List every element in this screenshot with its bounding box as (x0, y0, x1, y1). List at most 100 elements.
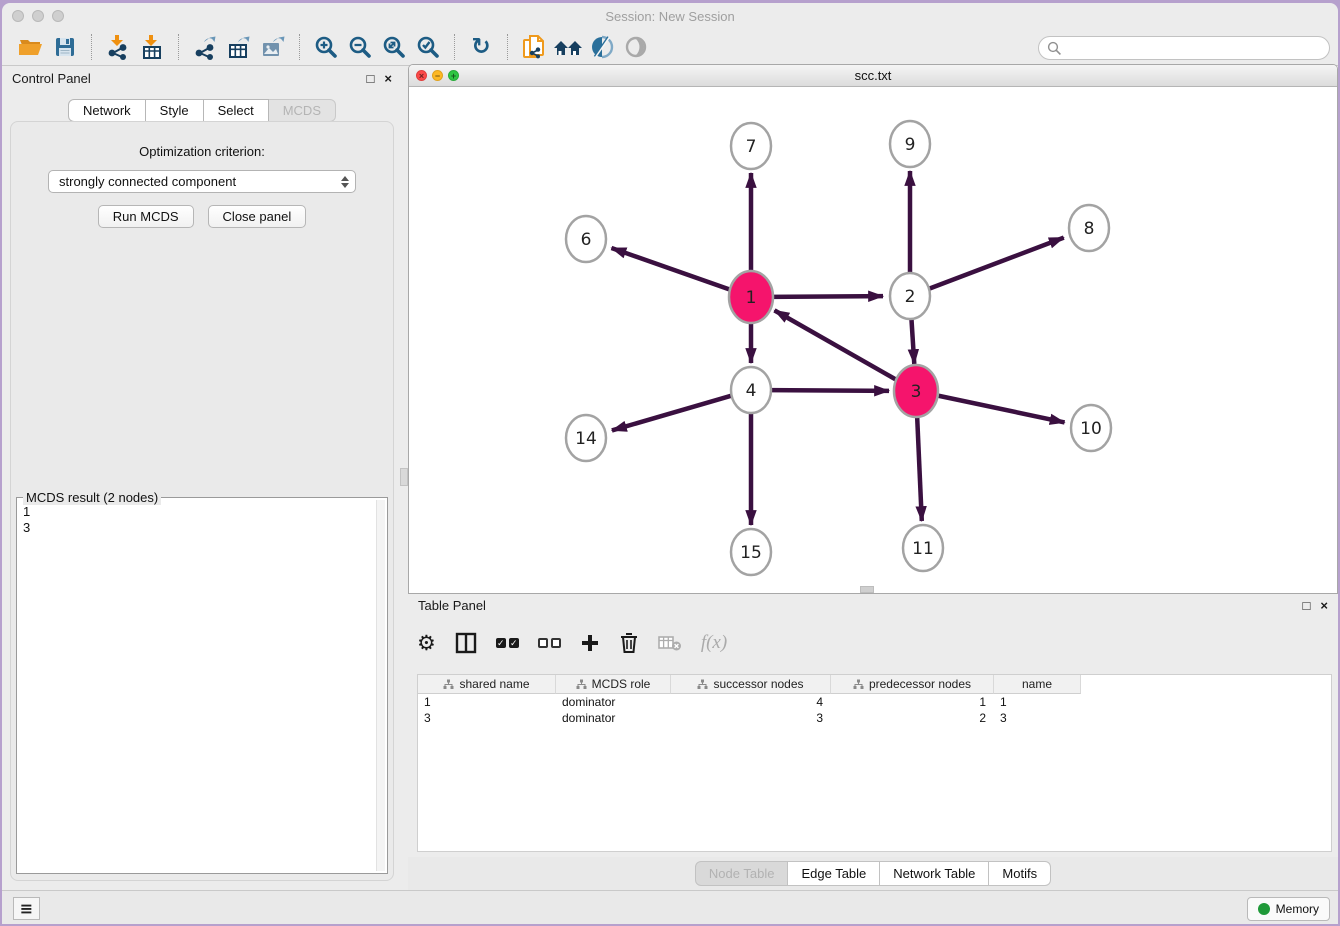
table-cell: 3 (418, 710, 556, 726)
horizontal-splitter-handle[interactable] (860, 586, 874, 593)
delete-column-icon[interactable] (619, 632, 639, 654)
memory-label: Memory (1276, 902, 1319, 916)
vertical-splitter-handle[interactable] (400, 468, 408, 486)
node-11[interactable]: 11 (903, 525, 943, 571)
column-type-icon (697, 679, 708, 690)
show-graphics-details-icon[interactable] (585, 32, 619, 62)
zoom-fit-icon[interactable] (377, 32, 411, 62)
column-header-MCDS-role[interactable]: MCDS role (556, 675, 671, 694)
control-panel-title: Control Panel (12, 71, 357, 86)
export-network-icon[interactable] (188, 32, 222, 62)
edge-1-6[interactable] (611, 248, 732, 290)
edge-2-8[interactable] (929, 238, 1064, 289)
edge-3-11[interactable] (917, 411, 922, 521)
close-panel-icon[interactable]: × (384, 71, 392, 86)
edge-2-3[interactable] (911, 316, 914, 364)
table-row[interactable]: 1dominator411 (418, 694, 1331, 710)
tab-network[interactable]: Network (68, 99, 146, 122)
mcds-result-text[interactable]: 1 3 (23, 504, 373, 869)
select-all-columns-icon[interactable]: ✓✓ (496, 638, 519, 648)
node-6[interactable]: 6 (566, 216, 606, 262)
column-header-predecessor-nodes[interactable]: predecessor nodes (831, 675, 994, 694)
column-header-shared-name[interactable]: shared name (418, 675, 556, 694)
column-header-name[interactable]: name (994, 675, 1081, 694)
tab-node-table[interactable]: Node Table (695, 861, 789, 886)
search-box[interactable] (1038, 36, 1330, 60)
node-3[interactable]: 3 (894, 365, 938, 417)
tab-select[interactable]: Select (204, 99, 269, 122)
network-canvas[interactable]: 1 2 3 4 6 7 8 9 10 11 14 15 (409, 87, 1337, 593)
zoom-selected-icon[interactable] (411, 32, 445, 62)
main-toolbar: ↻ (2, 29, 1338, 66)
table-cell: 1 (831, 694, 994, 710)
node-label: 11 (912, 539, 934, 559)
node-label: 3 (911, 382, 922, 402)
unselect-all-columns-icon[interactable] (538, 638, 561, 648)
tab-network-table[interactable]: Network Table (880, 861, 989, 886)
edge-1-2[interactable] (771, 296, 883, 297)
status-bar: ≡ Memory (2, 890, 1338, 924)
table-cell: 3 (671, 710, 831, 726)
cybrowser-icon[interactable] (551, 32, 585, 62)
edge-4-14[interactable] (612, 396, 732, 431)
table-settings-icon[interactable]: ⚙ (417, 631, 436, 655)
network-window-title: scc.txt (409, 68, 1337, 83)
criterion-dropdown[interactable]: strongly connected component (48, 170, 356, 193)
memory-button[interactable]: Memory (1247, 897, 1330, 921)
node-label: 6 (581, 230, 592, 250)
table-cell: 3 (994, 710, 1081, 726)
dropdown-spinner-icon (338, 176, 351, 188)
node-4[interactable]: 4 (731, 367, 771, 413)
table-row[interactable]: 3dominator323 (418, 710, 1331, 726)
column-type-icon (853, 679, 864, 690)
export-table-icon[interactable] (222, 32, 256, 62)
clone-network-icon[interactable] (517, 32, 551, 62)
node-9[interactable]: 9 (890, 121, 930, 167)
tab-mcds[interactable]: MCDS (269, 99, 336, 122)
node-7[interactable]: 7 (731, 123, 771, 169)
tab-edge-table[interactable]: Edge Table (788, 861, 880, 886)
node-15[interactable]: 15 (731, 529, 771, 575)
control-panel: Control Panel □ × NetworkStyleSelectMCDS… (2, 66, 402, 890)
open-session-icon[interactable] (14, 32, 48, 62)
toggle-panes-icon[interactable] (455, 632, 477, 654)
import-table-icon[interactable] (135, 32, 169, 62)
node-1[interactable]: 1 (729, 271, 773, 323)
bird-instance-icon[interactable] (619, 32, 653, 62)
function-builder-icon[interactable]: f(x) (701, 632, 727, 654)
run-mcds-button[interactable]: Run MCDS (98, 205, 194, 228)
close-panel-button[interactable]: Close panel (208, 205, 307, 228)
float-panel-icon[interactable]: □ (367, 71, 375, 86)
edge-4-3[interactable] (771, 390, 889, 391)
node-8[interactable]: 8 (1069, 205, 1109, 251)
task-history-icon[interactable]: ≡ (13, 897, 40, 920)
zoom-out-icon[interactable] (343, 32, 377, 62)
titlebar: Session: New Session (2, 3, 1338, 29)
tab-motifs[interactable]: Motifs (989, 861, 1051, 886)
table-panel-tabs: Node TableEdge TableNetwork TableMotifs (408, 857, 1338, 890)
node-label: 1 (746, 288, 757, 308)
table-panel: Table Panel □ × ⚙ ✓✓ f(x) (408, 593, 1338, 890)
add-column-icon[interactable] (580, 633, 600, 653)
delete-table-icon[interactable] (658, 634, 682, 652)
node-14[interactable]: 14 (566, 415, 606, 461)
float-table-panel-icon[interactable]: □ (1303, 598, 1311, 613)
refresh-icon[interactable]: ↻ (464, 32, 498, 62)
node-10[interactable]: 10 (1071, 405, 1111, 451)
edge-3-10[interactable] (936, 395, 1065, 422)
edge-3-1[interactable] (774, 310, 898, 381)
column-header-successor-nodes[interactable]: successor nodes (671, 675, 831, 694)
node-label: 2 (905, 287, 916, 307)
save-session-icon[interactable] (48, 32, 82, 62)
node-label: 8 (1084, 219, 1095, 239)
export-image-icon[interactable] (256, 32, 290, 62)
node-2[interactable]: 2 (890, 273, 930, 319)
import-network-icon[interactable] (101, 32, 135, 62)
zoom-in-icon[interactable] (309, 32, 343, 62)
tab-style[interactable]: Style (146, 99, 204, 122)
criterion-value: strongly connected component (59, 174, 338, 189)
mcds-scrollbar[interactable] (376, 500, 385, 871)
node-label: 4 (746, 381, 757, 401)
close-table-panel-icon[interactable]: × (1320, 598, 1328, 613)
search-input[interactable] (1062, 41, 1329, 56)
